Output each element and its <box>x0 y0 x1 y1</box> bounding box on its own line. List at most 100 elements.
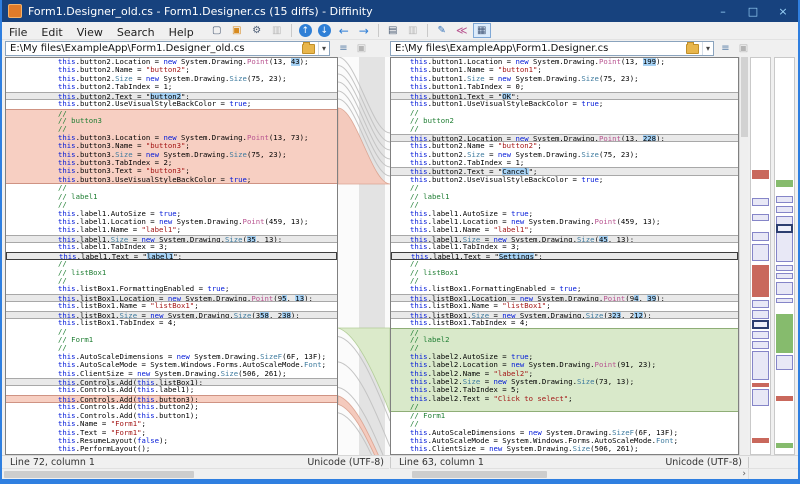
code-line[interactable]: // <box>6 277 337 285</box>
code-line[interactable]: this.AutoScaleDimensions = new System.Dr… <box>391 429 738 437</box>
code-line[interactable]: this.button2.UseVisualStyleBackColor = t… <box>6 100 337 108</box>
code-line[interactable]: this.label2.Location = new System.Drawin… <box>391 361 738 369</box>
next-diff-icon[interactable]: ↓ <box>318 24 331 37</box>
code-line[interactable]: // <box>391 184 738 192</box>
diffmap-block-red[interactable] <box>752 265 769 297</box>
code-line[interactable]: this.button1.Name = "button1"; <box>391 66 738 74</box>
code-line[interactable]: this.listBox1.FormattingEnabled = true; <box>391 285 738 293</box>
right-save-icon[interactable]: ▣ <box>736 42 751 55</box>
left-save-icon[interactable]: ▣ <box>354 42 369 55</box>
diffmap-block-red[interactable] <box>752 170 769 179</box>
code-line[interactable]: this.Controls.Add(this.button1); <box>6 412 337 420</box>
code-line[interactable]: // label2 <box>391 336 738 344</box>
code-line[interactable]: // <box>391 201 738 209</box>
diffmap-block-chg[interactable] <box>752 389 769 406</box>
code-line[interactable]: // Form1 <box>391 412 738 420</box>
code-line[interactable]: this.label1.AutoSize = true; <box>391 210 738 218</box>
left-code-pane[interactable]: this.button2.Location = new System.Drawi… <box>5 57 338 455</box>
diffmap-block-chg[interactable] <box>752 351 769 380</box>
code-line[interactable]: // <box>391 277 738 285</box>
diffmap-block-chg[interactable] <box>776 355 793 370</box>
code-line[interactable]: this.button1.Text = "OK"; <box>391 92 738 100</box>
code-line[interactable]: this.listBox1.Name = "listBox1"; <box>391 302 738 310</box>
right-file-path[interactable]: E:\My files\ExampleApp\Form1.Designer.cs <box>391 43 686 54</box>
left-file-path[interactable]: E:\My files\ExampleApp\Form1.Designer_ol… <box>6 43 302 54</box>
diffmap-block-red[interactable] <box>752 383 769 387</box>
code-line[interactable]: // label1 <box>6 193 337 201</box>
code-line[interactable]: this.button2.TabIndex = 1; <box>6 83 337 91</box>
code-line[interactable]: this.listBox1.FormattingEnabled = true; <box>6 285 337 293</box>
code-line[interactable]: this.ClientSize = new System.Drawing.Siz… <box>6 370 337 378</box>
code-line[interactable]: // <box>6 109 337 117</box>
code-line[interactable]: // <box>391 260 738 268</box>
code-line[interactable]: this.label1.Text = "label1"; <box>6 252 337 260</box>
code-line[interactable]: this.PerformLayout(); <box>6 445 337 453</box>
code-line[interactable]: this.button2.Name = "button2"; <box>391 142 738 150</box>
diffmap-block-red[interactable] <box>776 396 793 401</box>
code-line[interactable]: this.button1.Location = new System.Drawi… <box>391 58 738 66</box>
code-line[interactable]: this.Controls.Add(this.button3); <box>6 395 337 403</box>
hscroll-right-arrow-icon[interactable]: › <box>742 469 746 479</box>
diffmap-block-red[interactable] <box>752 438 769 443</box>
code-line[interactable]: this.button3.Name = "button3"; <box>6 142 337 150</box>
diffmap-block-chg[interactable] <box>752 300 769 308</box>
code-line[interactable]: this.listBox1.Size = new System.Drawing.… <box>6 311 337 319</box>
code-line[interactable]: this.label1.TabIndex = 3; <box>6 243 337 251</box>
code-line[interactable]: // <box>391 328 738 336</box>
code-line[interactable]: this.Controls.Add(this.label1); <box>6 386 337 394</box>
maximize-button[interactable]: □ <box>738 0 768 22</box>
diffmap-block-chg[interactable] <box>752 341 769 349</box>
chevron-down-icon[interactable]: ▾ <box>318 42 329 55</box>
code-line[interactable]: this.label1.Location = new System.Drawin… <box>391 218 738 226</box>
diffmap-block-chg[interactable] <box>776 282 793 295</box>
code-line[interactable]: // listBox1 <box>391 269 738 277</box>
code-line[interactable]: // button2 <box>391 117 738 125</box>
diffmap-block-green[interactable] <box>776 180 793 187</box>
code-line[interactable]: this.Controls.Add(this.button2); <box>6 403 337 411</box>
right-file-diff-map[interactable] <box>774 57 795 455</box>
code-line[interactable]: this.button3.Location = new System.Drawi… <box>6 134 337 142</box>
code-line[interactable]: this.button3.TabIndex = 2; <box>6 159 337 167</box>
code-line[interactable]: this.label1.Size = new System.Drawing.Si… <box>391 235 738 243</box>
menu-search[interactable]: Search <box>110 26 162 39</box>
code-line[interactable]: // <box>391 109 738 117</box>
code-line[interactable]: this.label1.Name = "label1"; <box>6 226 337 234</box>
code-line[interactable]: this.label2.Name = "label2"; <box>391 370 738 378</box>
code-line[interactable]: this.label1.Name = "label1"; <box>391 226 738 234</box>
code-line[interactable]: // <box>6 328 337 336</box>
code-line[interactable]: this.Name = "Form1"; <box>6 420 337 428</box>
code-line[interactable]: this.AutoScaleDimensions = new System.Dr… <box>6 353 337 361</box>
prev-diff-icon[interactable]: ↑ <box>299 24 312 37</box>
minimize-button[interactable]: – <box>708 0 738 22</box>
code-line[interactable]: this.label2.TabIndex = 5; <box>391 386 738 394</box>
code-line[interactable]: this.label1.Size = new System.Drawing.Si… <box>6 235 337 243</box>
code-line[interactable]: this.button2.Location = new System.Drawi… <box>391 134 738 142</box>
code-line[interactable]: this.button2.UseVisualStyleBackColor = t… <box>391 176 738 184</box>
menu-help[interactable]: Help <box>162 26 201 39</box>
code-line[interactable]: this.AutoScaleMode = System.Windows.Form… <box>6 361 337 369</box>
diffmap-block-green[interactable] <box>776 314 793 353</box>
code-line[interactable]: this.button2.Size = new System.Drawing.S… <box>6 75 337 83</box>
code-line[interactable]: this.button1.UseVisualStyleBackColor = t… <box>391 100 738 108</box>
code-line[interactable]: this.button2.Text = "Cancel"; <box>391 167 738 175</box>
copy-to-right-icon[interactable]: → <box>355 23 373 38</box>
chevron-down-icon[interactable]: ▾ <box>702 42 713 55</box>
code-line[interactable]: // Form1 <box>6 336 337 344</box>
diffmap-block-chg[interactable] <box>752 198 769 206</box>
left-file-path-combo[interactable]: E:\My files\ExampleApp\Form1.Designer_ol… <box>5 41 330 56</box>
code-line[interactable]: // <box>6 184 337 192</box>
code-line[interactable]: this.AutoScaleMode = System.Windows.Form… <box>391 437 738 445</box>
report-icon[interactable]: ▤ <box>384 23 402 38</box>
code-line[interactable]: this.listBox1.Name = "listBox1"; <box>6 302 337 310</box>
code-line[interactable]: this.ClientSize = new System.Drawing.Siz… <box>391 445 738 453</box>
code-line[interactable]: this.button3.Size = new System.Drawing.S… <box>6 151 337 159</box>
diffmap-block-chg[interactable] <box>752 214 769 221</box>
diffmap-block-chg[interactable] <box>776 196 793 203</box>
merge-icon[interactable]: ≪ <box>453 23 471 38</box>
code-line[interactable]: this.label1.Location = new System.Drawin… <box>6 218 337 226</box>
code-line[interactable]: this.button2.TabIndex = 1; <box>391 159 738 167</box>
code-line[interactable]: this.listBox1.Location = new System.Draw… <box>391 294 738 302</box>
code-line[interactable]: this.listBox1.Size = new System.Drawing.… <box>391 311 738 319</box>
code-line[interactable]: this.Controls.Add(this.listBox1); <box>6 378 337 386</box>
open-file-icon[interactable]: ▣ <box>228 23 246 38</box>
